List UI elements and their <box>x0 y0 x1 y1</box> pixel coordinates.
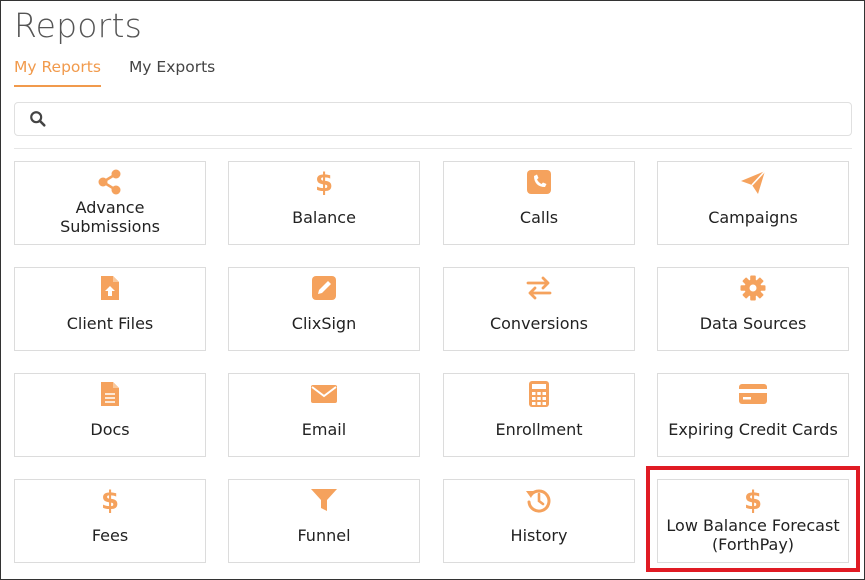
dollar-icon: $ <box>96 486 124 514</box>
report-tile-history[interactable]: History <box>443 479 635 563</box>
report-tile-label: Low Balance Forecast (ForthPay) <box>666 516 840 554</box>
report-tile-label: History <box>510 525 568 545</box>
exchange-icon <box>525 274 553 302</box>
report-tile-label: Data Sources <box>699 313 807 333</box>
history-icon <box>525 486 553 514</box>
calculator-icon <box>525 380 553 408</box>
report-tile-low-balance-forecast-forthpay[interactable]: $ Low Balance Forecast (ForthPay) <box>657 479 849 563</box>
tab-my-reports[interactable]: My Reports <box>14 58 101 87</box>
share-icon <box>96 168 124 196</box>
report-tile-email[interactable]: Email <box>228 373 420 457</box>
report-tile-enrollment[interactable]: Enrollment <box>443 373 635 457</box>
page-title: Reports <box>14 6 142 45</box>
report-tile-client-files[interactable]: Client Files <box>14 267 206 351</box>
file-upload-icon <box>96 274 124 302</box>
envelope-icon <box>310 380 338 408</box>
search-icon <box>30 111 46 127</box>
report-tile-label: Campaigns <box>708 207 798 227</box>
phone-icon <box>525 168 553 196</box>
report-tile-calls[interactable]: Calls <box>443 161 635 245</box>
svg-text:$: $ <box>744 486 762 514</box>
report-tile-label: Advance Submissions <box>60 198 160 236</box>
report-tile-label: Enrollment <box>495 419 583 439</box>
report-tile-conversions[interactable]: Conversions <box>443 267 635 351</box>
divider <box>14 148 852 149</box>
report-tile-label: Expiring Credit Cards <box>668 419 838 439</box>
report-tile-advance-submissions[interactable]: Advance Submissions <box>14 161 206 245</box>
svg-text:$: $ <box>315 168 333 196</box>
report-tile-expiring-credit-cards[interactable]: Expiring Credit Cards <box>657 373 849 457</box>
document-icon <box>96 380 124 408</box>
dollar-icon: $ <box>310 168 338 196</box>
report-tile-label: Funnel <box>297 525 351 545</box>
report-tile-label: Email <box>301 419 347 439</box>
report-tile-label: Conversions <box>489 313 589 333</box>
report-tile-label: ClixSign <box>291 313 357 333</box>
pencil-square-icon <box>310 274 338 302</box>
report-tile-campaigns[interactable]: Campaigns <box>657 161 849 245</box>
search-input[interactable] <box>59 107 843 133</box>
report-tile-docs[interactable]: Docs <box>14 373 206 457</box>
report-tabs: My Reports My Exports <box>14 58 215 87</box>
report-tile-label: Client Files <box>66 313 154 333</box>
filter-icon <box>310 486 338 514</box>
report-tile-fees[interactable]: $ Fees <box>14 479 206 563</box>
report-tile-funnel[interactable]: Funnel <box>228 479 420 563</box>
credit-card-icon <box>739 380 767 408</box>
gear-icon <box>739 274 767 302</box>
report-tile-clixsign[interactable]: ClixSign <box>228 267 420 351</box>
tab-my-exports[interactable]: My Exports <box>129 58 215 87</box>
report-tile-balance[interactable]: $ Balance <box>228 161 420 245</box>
report-tile-data-sources[interactable]: Data Sources <box>657 267 849 351</box>
paper-plane-icon <box>739 168 767 196</box>
report-tile-label: Calls <box>519 207 559 227</box>
svg-text:$: $ <box>101 486 119 514</box>
report-tile-label: Docs <box>90 419 130 439</box>
search-box[interactable] <box>14 102 852 136</box>
dollar-icon: $ <box>739 486 767 514</box>
report-tile-label: Balance <box>292 207 356 227</box>
report-tile-label: Fees <box>91 525 129 545</box>
